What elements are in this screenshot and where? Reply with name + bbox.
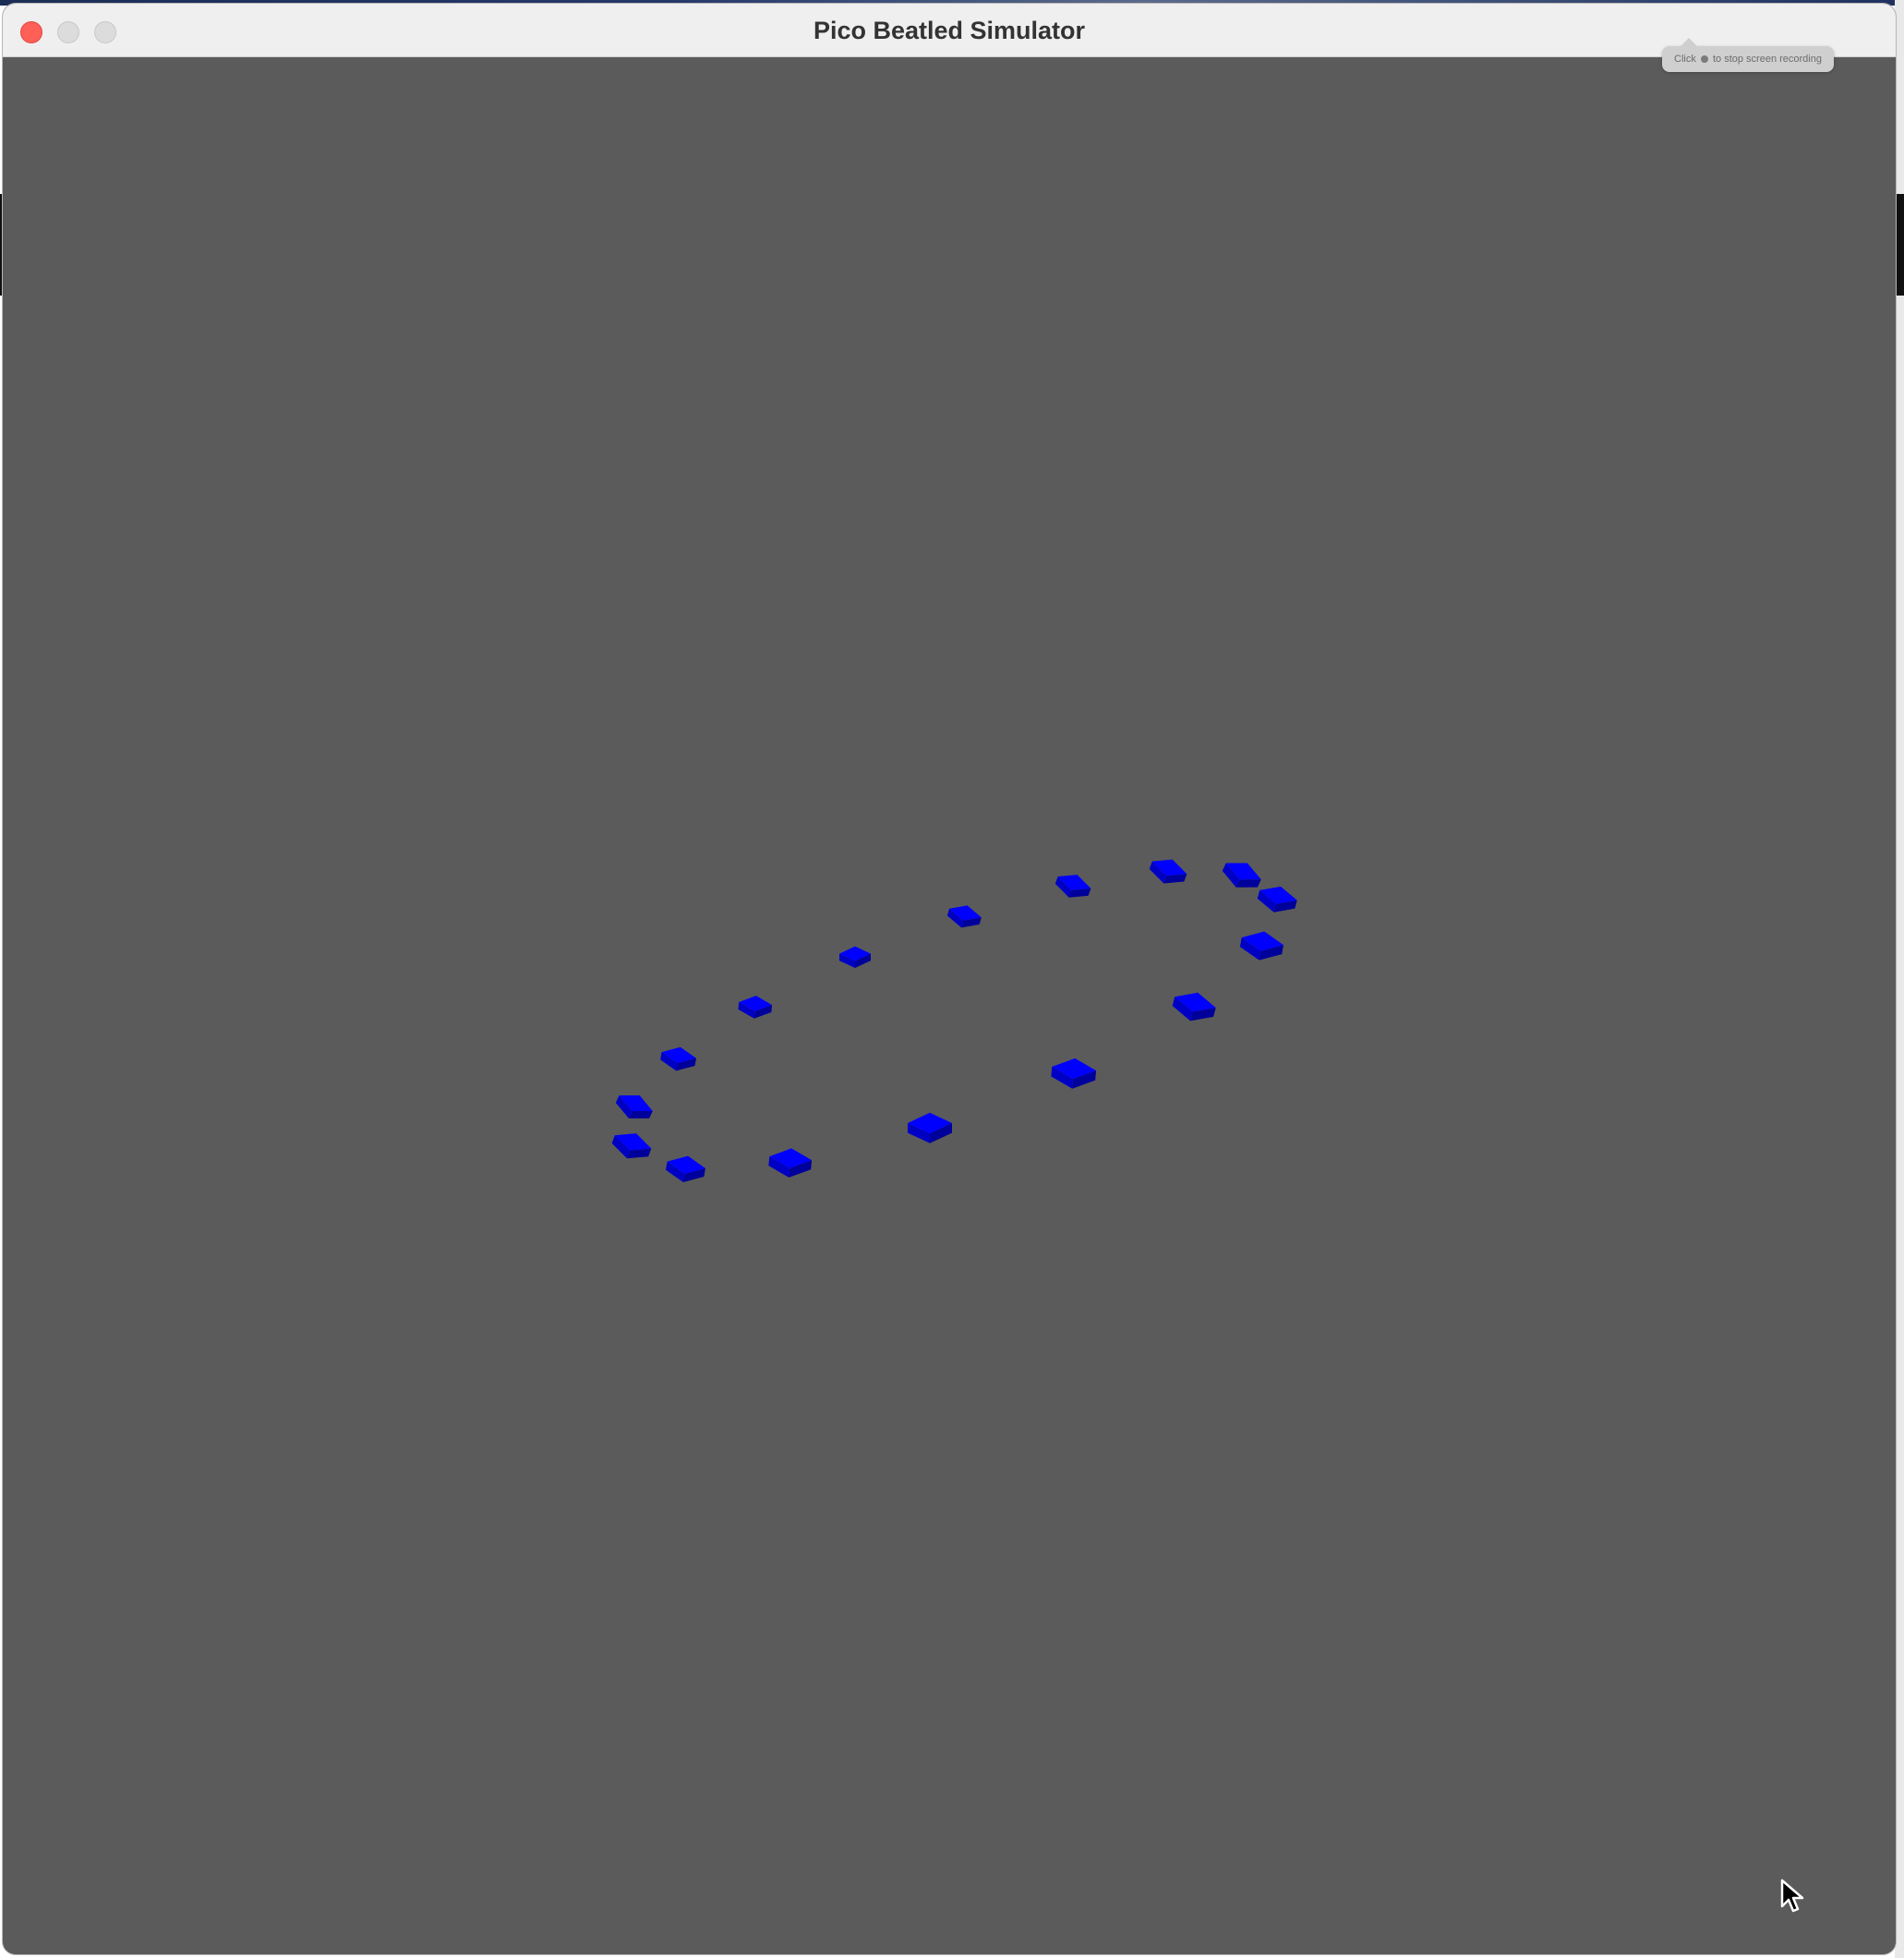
recording-label-suffix: to stop screen recording bbox=[1712, 54, 1822, 65]
simulator-window: Pico Beatled Simulator bbox=[3, 4, 1896, 1954]
led-cube bbox=[1051, 1058, 1097, 1089]
led-cube bbox=[946, 905, 982, 928]
led-cube bbox=[660, 1046, 696, 1071]
title-bar[interactable]: Pico Beatled Simulator bbox=[3, 4, 1896, 57]
led-cube bbox=[1222, 863, 1261, 888]
led-cube bbox=[666, 1155, 705, 1183]
screen-recording-indicator[interactable]: Click to stop screen recording bbox=[1662, 38, 1834, 72]
led-cube bbox=[738, 996, 773, 1019]
window-title: Pico Beatled Simulator bbox=[813, 17, 1086, 44]
led-cube bbox=[1172, 992, 1216, 1021]
led-cube bbox=[615, 1095, 653, 1118]
led-scene bbox=[611, 859, 1297, 1183]
record-stop-icon bbox=[1700, 55, 1708, 64]
led-cube bbox=[1149, 859, 1187, 884]
mouse-pointer-icon bbox=[1780, 1879, 1804, 1913]
recording-label-prefix: Click bbox=[1674, 54, 1696, 65]
simulator-canvas[interactable] bbox=[3, 57, 1896, 1954]
led-cube bbox=[1054, 875, 1091, 898]
led-cube bbox=[908, 1112, 952, 1143]
led-cube bbox=[1257, 886, 1297, 913]
led-cube bbox=[611, 1133, 652, 1159]
led-cube bbox=[1239, 931, 1283, 961]
led-cube bbox=[839, 946, 871, 969]
led-cube bbox=[768, 1148, 813, 1178]
desktop-background-right-dark bbox=[1895, 194, 1904, 296]
